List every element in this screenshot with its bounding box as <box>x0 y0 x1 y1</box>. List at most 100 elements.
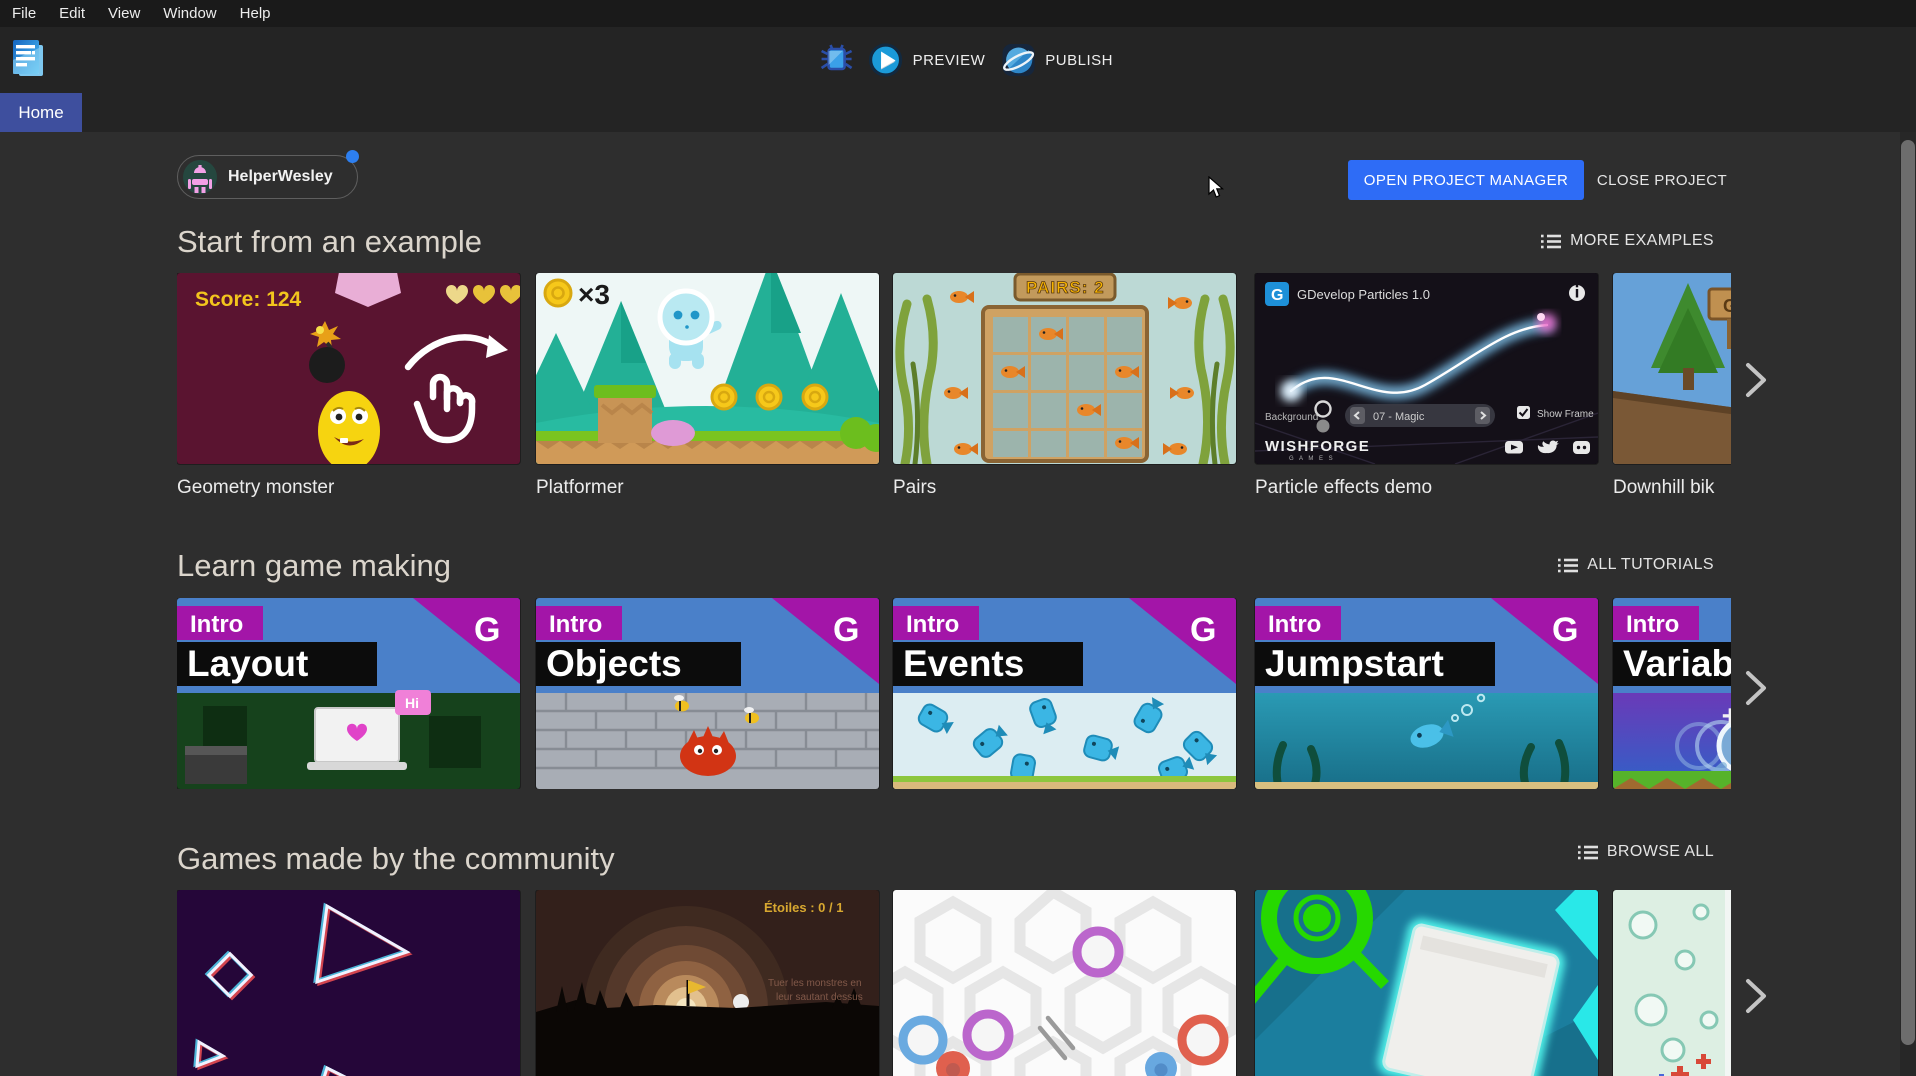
menu-edit[interactable]: Edit <box>59 5 85 22</box>
hexagon-puzzle-thumbnail[interactable] <box>893 890 1236 1076</box>
wishforge-brand: WISHFORGE <box>1265 438 1370 455</box>
menu-view[interactable]: View <box>108 5 140 22</box>
examples-carousel: Score: 124 <box>177 273 1731 505</box>
intro-jumpstart-thumbnail[interactable]: G Intro Jumpstart <box>1255 598 1598 789</box>
close-project-button[interactable]: CLOSE PROJECT <box>1592 160 1732 200</box>
menu-file[interactable]: File <box>12 5 36 22</box>
intro-events-thumbnail[interactable]: G Intro Events <box>893 598 1236 789</box>
browse-all-link[interactable]: BROWSE ALL <box>1578 843 1714 861</box>
community-next-chevron-icon[interactable] <box>1741 976 1771 1016</box>
bubbles-game-thumbnail[interactable] <box>1613 890 1731 1076</box>
scrollbar-thumb[interactable] <box>1901 140 1915 1045</box>
publish-globe-icon <box>1001 43 1035 77</box>
score-text: Score: 124 <box>195 288 302 311</box>
geometry-monster-thumbnail[interactable]: Score: 124 <box>177 273 520 464</box>
preset-text: 07 - Magic <box>1373 411 1425 423</box>
card-intro-events: G Intro Events <box>893 598 1236 789</box>
examples-section-title: Start from an example <box>177 224 482 260</box>
particle-effects-thumbnail[interactable]: G GDevelop Particles 1.0 Background 07 -… <box>1255 273 1598 464</box>
gdevelop-g-logo: G <box>1552 611 1578 649</box>
platformer-art: ×3 <box>536 273 879 464</box>
preview-play-icon <box>869 43 903 77</box>
intro-badge: Intro <box>549 611 602 638</box>
downhill-bike-art: G <box>1613 273 1731 464</box>
downhill-bike-thumbnail[interactable]: G <box>1613 273 1731 464</box>
pairs-art: PAIRS: 2 <box>893 273 1236 464</box>
pairs-thumbnail[interactable]: PAIRS: 2 <box>893 273 1236 464</box>
show-frame-label: Show Frame <box>1537 409 1594 420</box>
publish-label: PUBLISH <box>1045 52 1113 69</box>
intro-badge: Intro <box>1268 611 1321 638</box>
all-tutorials-link[interactable]: ALL TUTORIALS <box>1558 556 1714 574</box>
tutorials-next-chevron-icon[interactable] <box>1741 668 1771 708</box>
platformer-thumbnail[interactable]: ×3 <box>536 273 879 464</box>
card-intro-layout: Hi G Intro Layout <box>177 598 520 789</box>
plus-one-text: +1 <box>1721 700 1731 733</box>
tab-bar: Home <box>0 93 1916 132</box>
more-examples-label: MORE EXAMPLES <box>1570 232 1714 250</box>
menu-window[interactable]: Window <box>163 5 216 22</box>
card-particle-effects-demo: G GDevelop Particles 1.0 Background 07 -… <box>1255 273 1598 499</box>
tutorial-title: Objects <box>546 643 682 684</box>
sunset-platformer-thumbnail[interactable]: Étoiles : 0 / 1 Tuer les monstres en leu… <box>536 890 879 1076</box>
card-label: Geometry monster <box>177 477 520 499</box>
intro-badge: Intro <box>190 611 243 638</box>
hint-text-line2: leur sautant dessus <box>776 992 863 1003</box>
debugger-icon[interactable] <box>821 42 853 79</box>
community-section-title: Games made by the community <box>177 841 615 877</box>
hexagon-puzzle-art <box>893 890 1236 1076</box>
gdevelop-g-logo: G <box>833 611 859 649</box>
coin-count-text: ×3 <box>578 279 610 310</box>
community-carousel: Étoiles : 0 / 1 Tuer les monstres en leu… <box>177 890 1731 1076</box>
intro-layout-art: Hi G Intro Layout <box>177 598 520 789</box>
hint-text-line1: Tuer les monstres en <box>768 978 862 989</box>
tutorials-carousel: Hi G Intro Layout <box>177 598 1731 789</box>
particle-effects-art: G GDevelop Particles 1.0 Background 07 -… <box>1255 273 1598 464</box>
hi-bubble-text: Hi <box>405 695 419 711</box>
notification-dot-icon <box>346 150 359 163</box>
card-intro-jumpstart: G Intro Jumpstart <box>1255 598 1598 789</box>
intro-layout-thumbnail[interactable]: Hi G Intro Layout <box>177 598 520 789</box>
intro-badge: Intro <box>906 611 959 638</box>
teal-rings-game-thumbnail[interactable] <box>1255 890 1598 1076</box>
card-intro-objects: G Intro Objects <box>536 598 879 789</box>
background-label: Background <box>1265 412 1318 423</box>
more-examples-link[interactable]: MORE EXAMPLES <box>1541 232 1714 250</box>
tutorial-title: Layout <box>187 643 308 684</box>
card-community-game-4 <box>1255 890 1598 1076</box>
scrollbar-track[interactable] <box>1900 132 1916 1076</box>
card-label: Pairs <box>893 477 1236 499</box>
tutorial-title: Variab <box>1623 643 1731 684</box>
card-community-game-2: Étoiles : 0 / 1 Tuer les monstres en leu… <box>536 890 879 1076</box>
intro-jumpstart-art: G Intro Jumpstart <box>1255 598 1598 789</box>
menu-help[interactable]: Help <box>240 5 271 22</box>
card-community-game-5 <box>1613 890 1731 1076</box>
stars-counter-text: Étoiles : 0 / 1 <box>764 900 843 915</box>
tutorial-title: Events <box>903 643 1024 684</box>
tab-home[interactable]: Home <box>0 93 82 132</box>
sunset-platformer-art: Étoiles : 0 / 1 Tuer les monstres en leu… <box>536 890 879 1076</box>
sign-letter: G <box>1723 296 1731 316</box>
gdevelop-logo-icon <box>10 38 46 85</box>
avatar <box>183 160 217 194</box>
neon-shapes-game-thumbnail[interactable] <box>177 890 520 1076</box>
intro-variables-thumbnail[interactable]: +1 G Intro Variab <box>1613 598 1731 789</box>
open-project-manager-button[interactable]: OPEN PROJECT MANAGER <box>1348 160 1584 200</box>
intro-events-art: G Intro Events <box>893 598 1236 789</box>
toolbar: PREVIEW PUBLISH <box>0 27 1916 93</box>
geometry-monster-art: Score: 124 <box>177 273 520 464</box>
gdevelop-g-logo: G <box>1190 611 1216 649</box>
examples-next-chevron-icon[interactable] <box>1741 360 1771 400</box>
toolbar-center: PREVIEW PUBLISH <box>821 27 1113 93</box>
intro-objects-thumbnail[interactable]: G Intro Objects <box>536 598 879 789</box>
publish-button[interactable]: PUBLISH <box>1001 43 1113 77</box>
preview-button[interactable]: PREVIEW <box>869 43 986 77</box>
profile-chip[interactable]: HelperWesley <box>177 155 358 199</box>
gdevelop-g-logo: G <box>474 611 500 649</box>
list-icon <box>1541 233 1561 250</box>
card-intro-variables: +1 G Intro Variab <box>1613 598 1731 789</box>
intro-badge: Intro <box>1626 611 1679 638</box>
card-community-game-1 <box>177 890 520 1076</box>
card-label: Particle effects demo <box>1255 477 1598 499</box>
gdevelop-home-window: File Edit View Window Help <box>0 0 1916 1076</box>
